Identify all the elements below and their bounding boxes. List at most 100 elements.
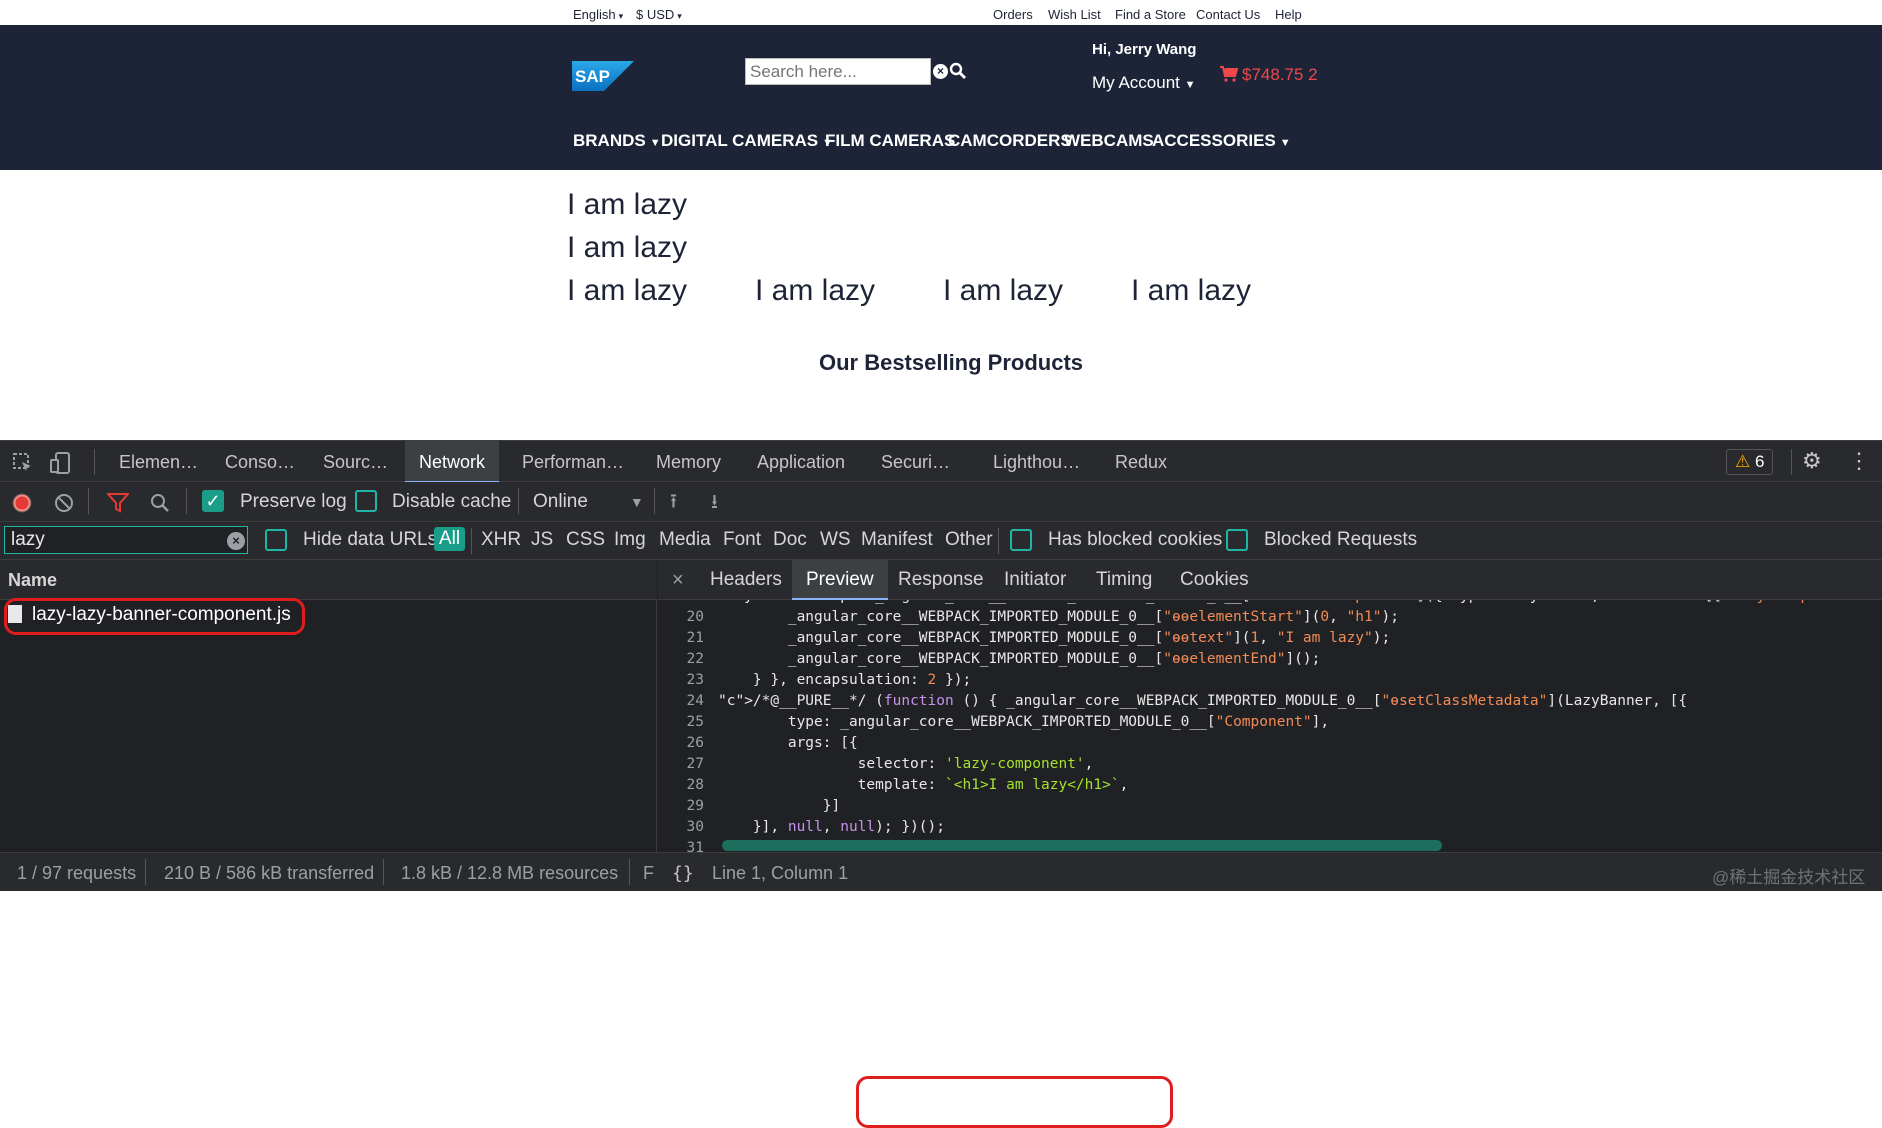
warning-icon: ⚠: [1735, 452, 1751, 471]
horizontal-scrollbar[interactable]: [722, 840, 1442, 851]
nav-webcams[interactable]: WEBCAMS: [1064, 131, 1154, 151]
nav-film-cameras[interactable]: FILM CAMERAS: [825, 131, 955, 151]
preserve-log-checkbox[interactable]: ✓: [202, 490, 224, 512]
clear-icon[interactable]: [54, 493, 74, 513]
clear-filter-icon[interactable]: ×: [227, 532, 245, 550]
orders-link[interactable]: Orders: [993, 7, 1033, 22]
contact-us-link[interactable]: Contact Us: [1196, 7, 1260, 22]
line-number: 20: [686, 609, 704, 625]
throttling-select[interactable]: Online ▼: [533, 491, 644, 513]
detail-tab-bar: × Headers Preview Response Initiator Tim…: [658, 560, 1882, 600]
settings-gear-icon[interactable]: ⚙: [1802, 450, 1822, 472]
code-line: 22 _angular_core__WEBPACK_IMPORTED_MODUL…: [658, 649, 1321, 670]
code-text: _angular_core__WEBPACK_IMPORTED_MODULE_0…: [718, 630, 1391, 646]
tab-redux[interactable]: Redux: [1115, 441, 1167, 483]
code-line: 31: [658, 838, 718, 852]
filter-type-other[interactable]: Other: [945, 529, 993, 551]
code-text: } }, encapsulation: 2 });: [718, 672, 972, 688]
highlight-annotation: [4, 598, 305, 635]
search-icon[interactable]: [949, 62, 967, 80]
has-blocked-cookies-checkbox[interactable]: [1010, 529, 1032, 551]
currency-selector[interactable]: $ USD ▾: [636, 7, 682, 22]
tab-elements[interactable]: Elemen…: [119, 441, 198, 483]
bestselling-title: Our Bestselling Products: [818, 350, 1084, 375]
tab-console[interactable]: Conso…: [225, 441, 295, 483]
tab-network[interactable]: Network: [405, 441, 500, 483]
code-text: template: `<h1>I am lazy</h1>`,: [718, 777, 1129, 793]
has-blocked-cookies-label: Has blocked cookies: [1048, 529, 1223, 550]
top-utility-bar: English ▾ $ USD ▾ Orders Wish List Find a …: [0, 0, 1882, 26]
filter-type-all[interactable]: All: [434, 527, 466, 551]
tab-initiator[interactable]: Initiator: [1004, 560, 1066, 600]
code-line: 29 }]: [658, 796, 841, 817]
inspect-element-icon[interactable]: [12, 452, 34, 474]
mini-cart[interactable]: $748.75 2: [1220, 65, 1318, 85]
tab-security[interactable]: Securi…: [881, 441, 950, 483]
filter-input[interactable]: [4, 526, 248, 554]
request-detail-pane: × Headers Preview Response Initiator Tim…: [658, 560, 1882, 1128]
tab-performance[interactable]: Performan…: [522, 441, 624, 483]
warnings-badge[interactable]: ⚠ 6: [1726, 449, 1774, 475]
code-text: LazyBanner.ɵcmp = _angular_core__WEBPACK…: [718, 600, 1862, 604]
filter-type-xhr[interactable]: XHR: [481, 529, 521, 551]
help-link[interactable]: Help: [1275, 7, 1302, 22]
disable-cache-checkbox[interactable]: [355, 490, 377, 512]
filter-type-css[interactable]: CSS: [566, 529, 605, 551]
code-line: 28 template: `<h1>I am lazy</h1>`,: [658, 775, 1129, 796]
transferred-size: 210 B / 586 kB transferred: [164, 863, 375, 883]
sap-logo[interactable]: SAP: [572, 61, 634, 91]
tab-preview[interactable]: Preview: [792, 560, 888, 600]
tab-sources[interactable]: Sourc…: [323, 441, 388, 483]
language-selector[interactable]: English ▾: [573, 7, 623, 22]
search-input[interactable]: [745, 58, 931, 85]
hide-data-urls-label: Hide data URLs: [303, 529, 438, 550]
pretty-print-icon[interactable]: {}: [672, 863, 694, 884]
nav-brands[interactable]: BRANDS ▼: [573, 131, 661, 151]
cursor-position: Line 1, Column 1: [712, 863, 849, 883]
line-number: 26: [686, 735, 704, 751]
filter-type-doc[interactable]: Doc: [773, 529, 807, 551]
devtools-panel: Elemen… Conso… Sourc… Network Performan……: [0, 440, 1882, 1128]
line-number: 22: [686, 651, 704, 667]
hide-data-urls-checkbox[interactable]: [265, 529, 287, 551]
highlight-annotation: [856, 1076, 1173, 1128]
nav-camcorders[interactable]: CAMCORDERS: [948, 131, 1072, 151]
filter-type-media[interactable]: Media: [659, 529, 711, 551]
tab-timing[interactable]: Timing: [1096, 560, 1152, 600]
network-filter-bar: × Hide data URLs All XHR JS CSS Img Medi…: [0, 522, 1882, 560]
search-icon[interactable]: [150, 493, 170, 513]
tab-headers[interactable]: Headers: [710, 560, 782, 600]
filter-type-font[interactable]: Font: [723, 529, 761, 551]
code-line: 26 args: [{: [658, 733, 858, 754]
device-toolbar-icon[interactable]: [50, 451, 74, 475]
import-har-icon[interactable]: ⭱: [670, 492, 677, 512]
user-greeting: Hi, Jerry Wang: [1092, 41, 1197, 58]
nav-accessories[interactable]: ACCESSORIES ▼: [1152, 131, 1291, 151]
export-har-icon[interactable]: ⭳: [711, 492, 718, 512]
filter-icon[interactable]: [107, 493, 129, 513]
filter-type-ws[interactable]: WS: [820, 529, 851, 551]
filter-type-manifest[interactable]: Manifest: [861, 529, 933, 551]
tab-cookies[interactable]: Cookies: [1180, 560, 1249, 600]
tab-lighthouse[interactable]: Lighthou…: [993, 441, 1080, 483]
find-a-store-link[interactable]: Find a Store: [1115, 7, 1186, 22]
filter-type-js[interactable]: JS: [531, 529, 553, 551]
tab-memory[interactable]: Memory: [656, 441, 721, 483]
close-detail-icon[interactable]: ×: [672, 560, 684, 600]
line-number: 27: [686, 756, 704, 772]
blocked-requests-checkbox[interactable]: [1226, 529, 1248, 551]
more-options-icon[interactable]: ⋮: [1848, 450, 1870, 472]
nav-digital-cameras[interactable]: DIGITAL CAMERAS ▼: [661, 131, 833, 151]
tab-response[interactable]: Response: [898, 560, 984, 600]
wish-list-link[interactable]: Wish List: [1048, 7, 1101, 22]
tab-application[interactable]: Application: [757, 441, 845, 483]
clear-search-icon[interactable]: ×: [933, 64, 948, 79]
my-account-menu[interactable]: My Account ▼: [1092, 73, 1196, 93]
line-number: 19: [658, 600, 718, 607]
record-icon[interactable]: [11, 492, 33, 514]
lazy-heading: I am lazy: [1131, 274, 1252, 307]
lazy-heading: I am lazy: [567, 188, 688, 221]
filter-type-img[interactable]: Img: [614, 529, 646, 551]
code-line: 20 _angular_core__WEBPACK_IMPORTED_MODUL…: [658, 607, 1399, 628]
name-column-header[interactable]: Name: [0, 560, 657, 600]
